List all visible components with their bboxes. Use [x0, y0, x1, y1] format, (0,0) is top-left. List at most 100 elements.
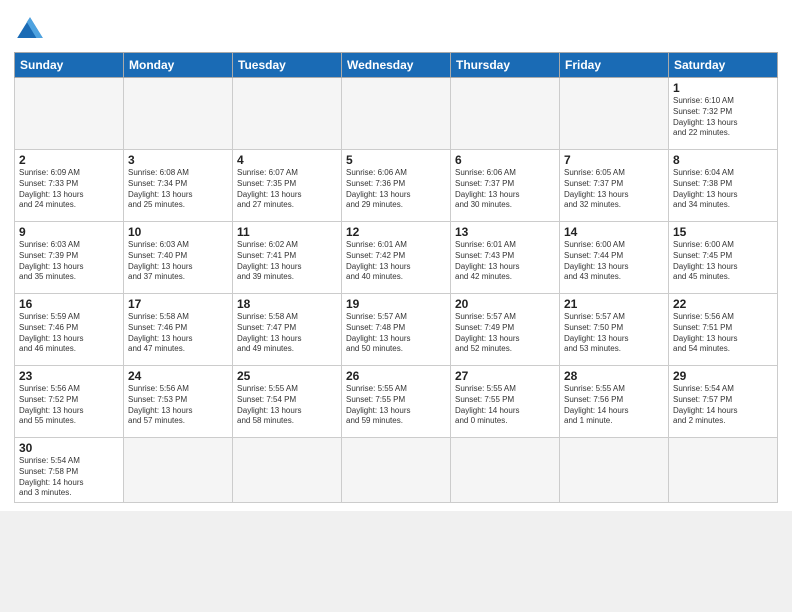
- page: SundayMondayTuesdayWednesdayThursdayFrid…: [0, 0, 792, 511]
- day-number: 27: [455, 369, 555, 383]
- day-number: 23: [19, 369, 119, 383]
- day-number: 1: [673, 81, 773, 95]
- day-info: Sunrise: 5:57 AMSunset: 7:48 PMDaylight:…: [346, 312, 446, 355]
- day-number: 2: [19, 153, 119, 167]
- calendar-cell: [560, 78, 669, 150]
- calendar-cell: [124, 438, 233, 503]
- day-info: Sunrise: 6:03 AMSunset: 7:39 PMDaylight:…: [19, 240, 119, 283]
- calendar-cell: 23Sunrise: 5:56 AMSunset: 7:52 PMDayligh…: [15, 366, 124, 438]
- day-number: 17: [128, 297, 228, 311]
- weekday-header-saturday: Saturday: [669, 53, 778, 78]
- day-number: 11: [237, 225, 337, 239]
- day-number: 14: [564, 225, 664, 239]
- calendar-cell: 25Sunrise: 5:55 AMSunset: 7:54 PMDayligh…: [233, 366, 342, 438]
- calendar-cell: 15Sunrise: 6:00 AMSunset: 7:45 PMDayligh…: [669, 222, 778, 294]
- calendar-cell: 3Sunrise: 6:08 AMSunset: 7:34 PMDaylight…: [124, 150, 233, 222]
- day-info: Sunrise: 5:55 AMSunset: 7:56 PMDaylight:…: [564, 384, 664, 427]
- day-info: Sunrise: 5:59 AMSunset: 7:46 PMDaylight:…: [19, 312, 119, 355]
- logo: [14, 14, 50, 46]
- calendar-cell: 22Sunrise: 5:56 AMSunset: 7:51 PMDayligh…: [669, 294, 778, 366]
- calendar-cell: 12Sunrise: 6:01 AMSunset: 7:42 PMDayligh…: [342, 222, 451, 294]
- calendar-cell: 4Sunrise: 6:07 AMSunset: 7:35 PMDaylight…: [233, 150, 342, 222]
- calendar-cell: [233, 438, 342, 503]
- calendar-cell: 5Sunrise: 6:06 AMSunset: 7:36 PMDaylight…: [342, 150, 451, 222]
- calendar-week-2: 2Sunrise: 6:09 AMSunset: 7:33 PMDaylight…: [15, 150, 778, 222]
- day-number: 28: [564, 369, 664, 383]
- calendar-cell: 27Sunrise: 5:55 AMSunset: 7:55 PMDayligh…: [451, 366, 560, 438]
- day-info: Sunrise: 6:05 AMSunset: 7:37 PMDaylight:…: [564, 168, 664, 211]
- calendar-cell: 13Sunrise: 6:01 AMSunset: 7:43 PMDayligh…: [451, 222, 560, 294]
- calendar-cell: 26Sunrise: 5:55 AMSunset: 7:55 PMDayligh…: [342, 366, 451, 438]
- day-number: 8: [673, 153, 773, 167]
- weekday-header-sunday: Sunday: [15, 53, 124, 78]
- day-number: 5: [346, 153, 446, 167]
- calendar-cell: [124, 78, 233, 150]
- day-number: 18: [237, 297, 337, 311]
- calendar-cell: 10Sunrise: 6:03 AMSunset: 7:40 PMDayligh…: [124, 222, 233, 294]
- calendar-cell: 24Sunrise: 5:56 AMSunset: 7:53 PMDayligh…: [124, 366, 233, 438]
- calendar-cell: [15, 78, 124, 150]
- day-number: 25: [237, 369, 337, 383]
- calendar-week-4: 16Sunrise: 5:59 AMSunset: 7:46 PMDayligh…: [15, 294, 778, 366]
- day-number: 12: [346, 225, 446, 239]
- day-info: Sunrise: 5:57 AMSunset: 7:49 PMDaylight:…: [455, 312, 555, 355]
- day-number: 9: [19, 225, 119, 239]
- header: [14, 10, 778, 46]
- calendar-cell: 6Sunrise: 6:06 AMSunset: 7:37 PMDaylight…: [451, 150, 560, 222]
- day-info: Sunrise: 6:10 AMSunset: 7:32 PMDaylight:…: [673, 96, 773, 139]
- day-info: Sunrise: 6:06 AMSunset: 7:36 PMDaylight:…: [346, 168, 446, 211]
- weekday-header-tuesday: Tuesday: [233, 53, 342, 78]
- day-info: Sunrise: 5:54 AMSunset: 7:58 PMDaylight:…: [19, 456, 119, 499]
- day-info: Sunrise: 5:54 AMSunset: 7:57 PMDaylight:…: [673, 384, 773, 427]
- day-number: 30: [19, 441, 119, 455]
- logo-icon: [14, 14, 46, 46]
- day-number: 13: [455, 225, 555, 239]
- day-number: 24: [128, 369, 228, 383]
- calendar-cell: 11Sunrise: 6:02 AMSunset: 7:41 PMDayligh…: [233, 222, 342, 294]
- day-info: Sunrise: 5:56 AMSunset: 7:51 PMDaylight:…: [673, 312, 773, 355]
- calendar-week-1: 1Sunrise: 6:10 AMSunset: 7:32 PMDaylight…: [15, 78, 778, 150]
- day-info: Sunrise: 5:56 AMSunset: 7:53 PMDaylight:…: [128, 384, 228, 427]
- calendar-cell: [669, 438, 778, 503]
- calendar-table: SundayMondayTuesdayWednesdayThursdayFrid…: [14, 52, 778, 503]
- calendar-cell: [342, 78, 451, 150]
- calendar-cell: 18Sunrise: 5:58 AMSunset: 7:47 PMDayligh…: [233, 294, 342, 366]
- calendar-week-5: 23Sunrise: 5:56 AMSunset: 7:52 PMDayligh…: [15, 366, 778, 438]
- day-number: 15: [673, 225, 773, 239]
- day-number: 10: [128, 225, 228, 239]
- day-info: Sunrise: 6:02 AMSunset: 7:41 PMDaylight:…: [237, 240, 337, 283]
- day-number: 29: [673, 369, 773, 383]
- calendar-cell: [233, 78, 342, 150]
- calendar-cell: 30Sunrise: 5:54 AMSunset: 7:58 PMDayligh…: [15, 438, 124, 503]
- calendar-cell: 7Sunrise: 6:05 AMSunset: 7:37 PMDaylight…: [560, 150, 669, 222]
- day-number: 4: [237, 153, 337, 167]
- calendar-cell: 1Sunrise: 6:10 AMSunset: 7:32 PMDaylight…: [669, 78, 778, 150]
- day-info: Sunrise: 6:06 AMSunset: 7:37 PMDaylight:…: [455, 168, 555, 211]
- calendar-cell: 2Sunrise: 6:09 AMSunset: 7:33 PMDaylight…: [15, 150, 124, 222]
- day-info: Sunrise: 5:55 AMSunset: 7:55 PMDaylight:…: [346, 384, 446, 427]
- calendar-cell: 28Sunrise: 5:55 AMSunset: 7:56 PMDayligh…: [560, 366, 669, 438]
- day-info: Sunrise: 6:00 AMSunset: 7:44 PMDaylight:…: [564, 240, 664, 283]
- calendar-cell: 9Sunrise: 6:03 AMSunset: 7:39 PMDaylight…: [15, 222, 124, 294]
- day-number: 21: [564, 297, 664, 311]
- day-number: 7: [564, 153, 664, 167]
- calendar-cell: 17Sunrise: 5:58 AMSunset: 7:46 PMDayligh…: [124, 294, 233, 366]
- day-info: Sunrise: 5:58 AMSunset: 7:46 PMDaylight:…: [128, 312, 228, 355]
- day-info: Sunrise: 6:08 AMSunset: 7:34 PMDaylight:…: [128, 168, 228, 211]
- day-info: Sunrise: 5:57 AMSunset: 7:50 PMDaylight:…: [564, 312, 664, 355]
- calendar-cell: 29Sunrise: 5:54 AMSunset: 7:57 PMDayligh…: [669, 366, 778, 438]
- day-info: Sunrise: 6:01 AMSunset: 7:43 PMDaylight:…: [455, 240, 555, 283]
- day-number: 3: [128, 153, 228, 167]
- weekday-header-friday: Friday: [560, 53, 669, 78]
- calendar-cell: 8Sunrise: 6:04 AMSunset: 7:38 PMDaylight…: [669, 150, 778, 222]
- calendar-cell: 14Sunrise: 6:00 AMSunset: 7:44 PMDayligh…: [560, 222, 669, 294]
- day-number: 19: [346, 297, 446, 311]
- calendar-cell: 16Sunrise: 5:59 AMSunset: 7:46 PMDayligh…: [15, 294, 124, 366]
- weekday-header-monday: Monday: [124, 53, 233, 78]
- calendar-week-3: 9Sunrise: 6:03 AMSunset: 7:39 PMDaylight…: [15, 222, 778, 294]
- day-info: Sunrise: 6:07 AMSunset: 7:35 PMDaylight:…: [237, 168, 337, 211]
- day-info: Sunrise: 6:00 AMSunset: 7:45 PMDaylight:…: [673, 240, 773, 283]
- calendar-cell: 19Sunrise: 5:57 AMSunset: 7:48 PMDayligh…: [342, 294, 451, 366]
- day-number: 16: [19, 297, 119, 311]
- day-number: 22: [673, 297, 773, 311]
